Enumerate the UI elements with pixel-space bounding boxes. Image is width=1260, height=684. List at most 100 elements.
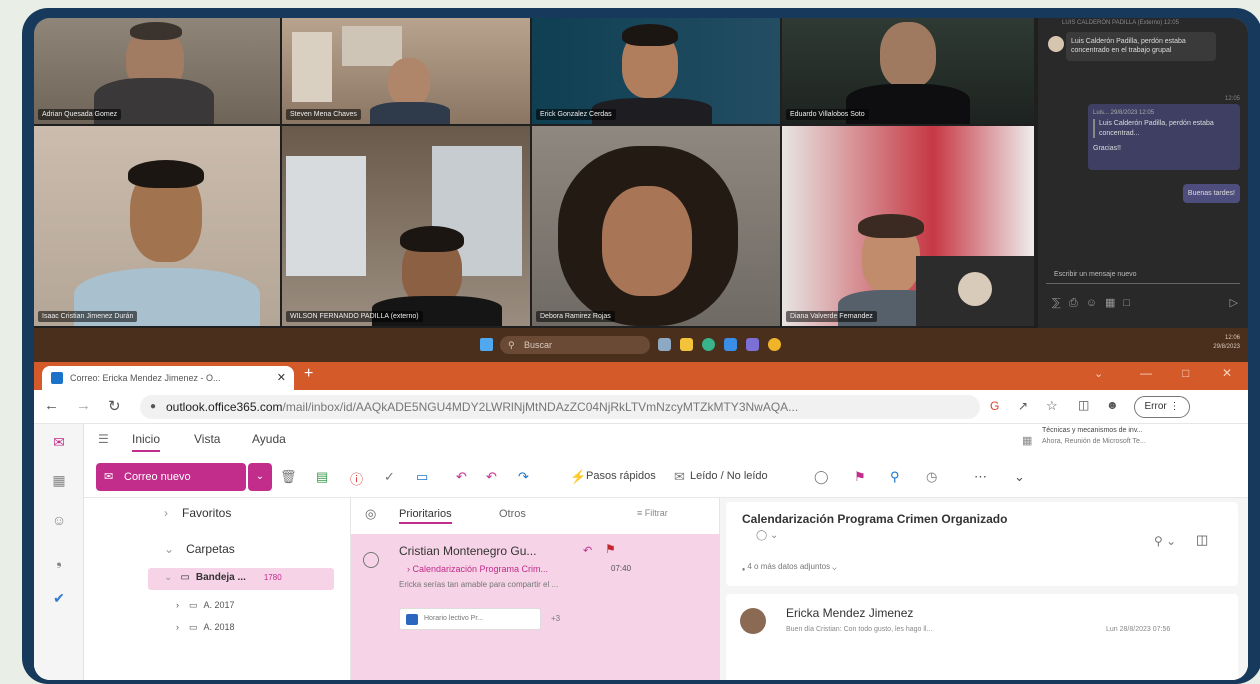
calendar-icon[interactable]: ▦ [50, 472, 68, 490]
screen: Adrian Quesada Gomez Steven Mena Chaves … [34, 18, 1248, 680]
folder-inbox[interactable]: ⌄ ▭ Bandeja ... 1780 [148, 568, 334, 590]
taskbar-search[interactable]: ⚲ Buscar [500, 336, 650, 354]
folder-label: Favoritos [182, 506, 232, 520]
filter-button[interactable]: ≡ Filtrar [637, 508, 668, 518]
participant-name: Erick Gonzalez Cerdas [536, 109, 616, 120]
close-tab-icon[interactable]: ✕ [277, 366, 286, 390]
categorize-icon[interactable]: ◯ [814, 469, 829, 485]
maximize-icon[interactable]: □ [1182, 366, 1189, 380]
pin-icon[interactable]: ⚲ [890, 469, 900, 485]
chrome-icon[interactable] [768, 338, 781, 351]
message-sender: Cristian Montenegro Gu... [399, 544, 537, 558]
tab-search-icon[interactable]: ⌄ [1094, 367, 1103, 380]
tab-title: Correo: Ericka Mendez Jimenez - O... [70, 373, 221, 383]
error-label: Error [1144, 401, 1167, 412]
video-tile[interactable]: Erick Gonzalez Cerdas [532, 18, 780, 124]
attachments-label: 4 o más datos adjuntos [747, 562, 831, 571]
folder-carpetas[interactable]: ⌄ Carpetas [164, 542, 235, 556]
attachment-chip[interactable]: Horario lectivo Pr... [399, 608, 541, 630]
reload-icon[interactable]: ↻ [108, 397, 121, 415]
video-tile[interactable]: Diana Valverde Fernandez [782, 126, 1034, 326]
attach-icon[interactable]: ⎙ [1069, 297, 1086, 309]
mail-icon[interactable]: ✉ [50, 434, 68, 452]
file-explorer-icon[interactable] [680, 338, 693, 351]
chat-reply-text: Gracias!! [1093, 144, 1122, 152]
delete-icon[interactable]: 🗑 [280, 469, 297, 485]
store-icon[interactable] [724, 338, 737, 351]
video-tile[interactable]: Eduardo Villalobos Soto [782, 18, 1034, 124]
expand-ribbon-icon[interactable]: ⌄ [1014, 469, 1025, 485]
video-tile[interactable]: Debora Ramirez Rojas [532, 126, 780, 326]
browser-tab[interactable]: Correo: Ericka Mendez Jimenez - O... ✕ [42, 366, 294, 390]
tab-vista[interactable]: Vista [194, 432, 220, 446]
forward-mail-icon[interactable]: ↷ [518, 469, 529, 485]
todo-icon[interactable]: ✔ [50, 590, 68, 608]
read-unread-button[interactable]: Leído / No leído [690, 470, 768, 482]
zoom-icon[interactable]: ⚲ ⌄ [1154, 534, 1176, 548]
close-window-icon[interactable]: ✕ [1222, 366, 1232, 380]
error-button[interactable]: Error ⋮ [1134, 396, 1190, 418]
back-icon[interactable]: ← [44, 397, 59, 414]
attachments-toggle[interactable]: ❟ 4 o más datos adjuntos ⌄ [742, 562, 837, 572]
quick-steps-button[interactable]: Pasos rápidos [586, 470, 656, 482]
menu-icon[interactable]: ☰ [98, 432, 109, 446]
sticker-icon[interactable]: □ [1123, 297, 1138, 309]
flag-icon[interactable]: ⚑ [605, 542, 616, 556]
archive-icon[interactable]: ▤ [316, 469, 328, 485]
side-panel-icon[interactable]: ◫ [1078, 398, 1089, 412]
sweep-icon[interactable]: ✓ [384, 469, 395, 485]
report-icon[interactable]: ⓘ [350, 469, 363, 488]
folder-a-2017[interactable]: › ▭ A. 2017 [176, 600, 235, 611]
reply-icon[interactable]: ↶ [456, 469, 467, 485]
meeting-reminder[interactable]: Técnicas y mecanismos de inv... Ahora, R… [1042, 426, 1146, 447]
star-icon[interactable]: ☆ [1046, 398, 1058, 414]
start-icon[interactable] [480, 338, 493, 351]
new-mail-dropdown[interactable]: ⌄ [248, 463, 272, 491]
chat-time: 12:05 [1224, 96, 1240, 102]
task-view-icon[interactable] [658, 338, 671, 351]
tab-inicio[interactable]: Inicio [132, 432, 161, 452]
tab-other[interactable]: Otros [499, 508, 526, 520]
attach-icon[interactable]: ❟ [50, 552, 68, 570]
tab-ayuda[interactable]: Ayuda [252, 432, 286, 446]
select-circle-icon[interactable] [363, 552, 379, 568]
new-mail-button[interactable]: ✉ Correo nuevo [96, 463, 246, 491]
meeting-chat-panel: LUIS CALDERÓN PADILLA (Externo) 12:05 Lu… [1038, 18, 1248, 328]
tab-focused[interactable]: Prioritarios [399, 508, 452, 524]
taskbar-clock[interactable]: 12:06 29/8/2023 [1213, 334, 1240, 352]
video-tile[interactable]: Steven Mena Chaves [282, 18, 530, 124]
message-card[interactable]: Ericka Mendez Jimenez Buen día Cristian:… [726, 594, 1238, 680]
more-attachments[interactable]: +3 [551, 614, 560, 623]
inbox-icon: ▭ [180, 572, 190, 583]
share-icon[interactable]: ↗ [1018, 399, 1028, 413]
url-input[interactable]: ● outlook.office365.com/mail/inbox/id/AA… [140, 395, 980, 419]
edge-icon[interactable] [702, 338, 715, 351]
gif-icon[interactable]: ▦ [1105, 297, 1123, 309]
new-tab-icon[interactable]: + [304, 365, 313, 383]
folder-a-2018[interactable]: › ▭ A. 2018 [176, 622, 235, 633]
video-tile[interactable]: Adrian Quesada Gomez [34, 18, 280, 124]
move-icon[interactable]: ▭ [416, 469, 428, 485]
snooze-icon[interactable]: ◷ [926, 469, 937, 485]
message-item-selected[interactable]: Cristian Montenegro Gu... ↶ ⚑ › Calendar… [351, 534, 721, 680]
flag-icon[interactable]: ⚑ [854, 469, 866, 485]
participant-name: Debora Ramirez Rojas [536, 311, 615, 322]
google-icon[interactable]: G [990, 399, 999, 413]
select-all-icon[interactable]: ◎ [365, 506, 376, 522]
reply-all-icon[interactable]: ↶ [486, 469, 497, 485]
format-icon[interactable]: ⅀ [1052, 297, 1069, 309]
more-icon[interactable]: ⋯ [974, 469, 987, 485]
send-icon[interactable]: ▷ [1230, 296, 1238, 309]
forward-icon[interactable]: → [76, 397, 91, 414]
people-icon[interactable]: ☺ [50, 512, 68, 530]
folder-favorites[interactable]: › Favoritos [164, 506, 231, 520]
chat-compose-input[interactable]: Escribir un mensaje nuevo [1046, 266, 1240, 284]
emoji-icon[interactable]: ☺ [1086, 297, 1105, 309]
video-tile[interactable]: WILSON FERNANDO PADILLA (externo) [282, 126, 530, 326]
profile-icon[interactable]: ☻ [1106, 398, 1119, 412]
video-tile[interactable]: Isaac Cristian Jimenez Durán [34, 126, 280, 326]
minimize-icon[interactable]: — [1140, 366, 1152, 380]
popout-icon[interactable]: ◫ [1196, 532, 1208, 548]
teams-icon[interactable] [746, 338, 759, 351]
message-time: 07:40 [611, 564, 632, 573]
